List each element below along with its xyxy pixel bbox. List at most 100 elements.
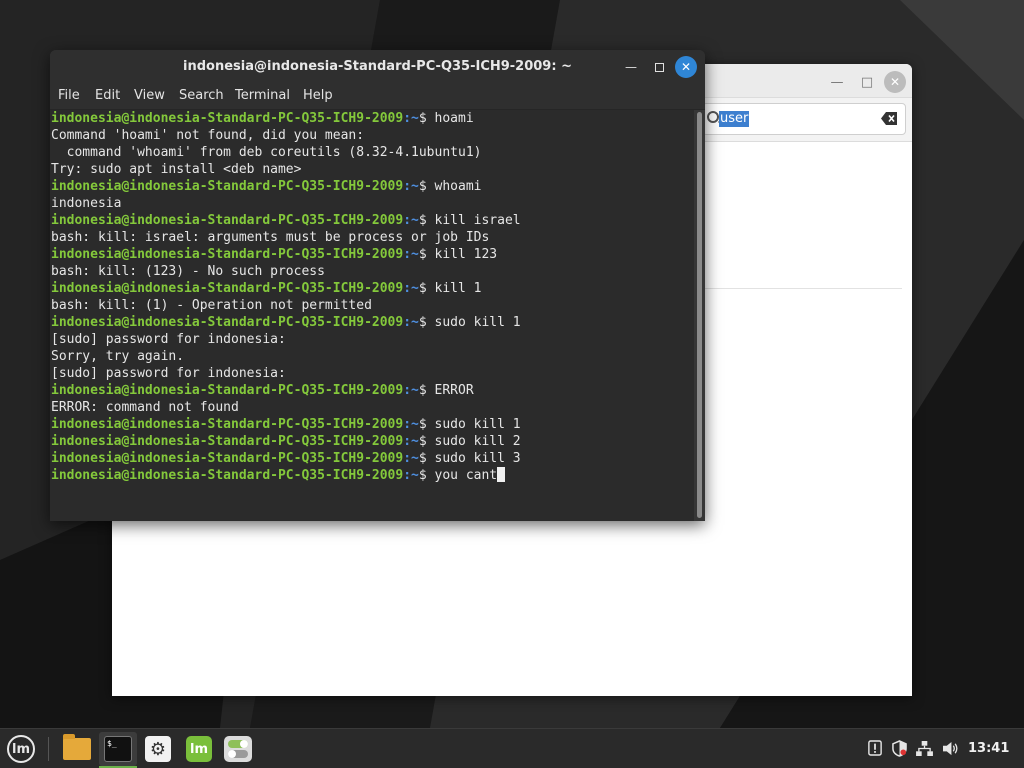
maximize-button[interactable]: □: [856, 71, 878, 93]
close-icon: ✕: [680, 60, 692, 74]
terminal-launcher[interactable]: $_: [99, 732, 137, 768]
minimize-icon: —: [625, 60, 637, 74]
prompt-user: indonesia@indonesia-Standard-PC-Q35-ICH9…: [51, 451, 404, 466]
prompt-symbol: $: [418, 451, 435, 466]
command-text: kill 1: [434, 281, 482, 296]
command-line: indonesia@indonesia-Standard-PC-Q35-ICH9…: [51, 382, 694, 399]
menu-bar: File Edit View Search Terminal Help: [50, 84, 705, 110]
command-text: kill israel: [434, 213, 521, 228]
prompt-path: :~: [403, 383, 419, 398]
volume-tray[interactable]: [941, 739, 959, 757]
command-line: indonesia@indonesia-Standard-PC-Q35-ICH9…: [51, 178, 694, 195]
output-line: bash: kill: (123) - No such process: [51, 264, 325, 279]
command-text: sudo kill 3: [434, 451, 521, 466]
network-tray[interactable]: [915, 739, 933, 757]
command-line: indonesia@indonesia-Standard-PC-Q35-ICH9…: [51, 280, 694, 297]
folder-icon: [63, 734, 91, 760]
command-text: you cant: [434, 468, 498, 483]
menu-help[interactable]: Help: [303, 88, 333, 103]
terminal-scrollbar[interactable]: [694, 110, 705, 521]
command-line: indonesia@indonesia-Standard-PC-Q35-ICH9…: [51, 314, 694, 331]
shield-icon: [891, 739, 907, 757]
prompt-user: indonesia@indonesia-Standard-PC-Q35-ICH9…: [51, 383, 404, 398]
prompt-user: indonesia@indonesia-Standard-PC-Q35-ICH9…: [51, 179, 404, 194]
output-line: ERROR: command not found: [51, 400, 239, 415]
mint-app-icon: lm: [186, 736, 212, 762]
output-line: bash: kill: israel: arguments must be pr…: [51, 230, 490, 245]
output-line: indonesia: [51, 196, 122, 211]
prompt-symbol: $: [418, 179, 435, 194]
prompt-path: :~: [403, 111, 419, 126]
content-divider: [702, 288, 902, 289]
menu-terminal[interactable]: Terminal: [235, 88, 290, 103]
update-manager-tray[interactable]: [866, 739, 884, 757]
toggle-icon: [224, 736, 252, 762]
prompt-path: :~: [403, 315, 419, 330]
maximize-button[interactable]: [648, 56, 670, 78]
menu-file[interactable]: File: [58, 88, 80, 103]
start-menu-button[interactable]: lm: [4, 733, 38, 765]
minimize-button[interactable]: —: [826, 71, 848, 93]
mint-logo-icon: lm: [7, 735, 35, 763]
prompt-symbol: $: [418, 247, 435, 262]
search-input[interactable]: user: [702, 103, 906, 135]
search-icon: [707, 111, 719, 123]
prompt-path: :~: [403, 417, 419, 432]
files-launcher[interactable]: [58, 732, 96, 766]
output-line: bash: kill: (1) - Operation not permitte…: [51, 298, 372, 313]
clear-search-icon[interactable]: [881, 112, 897, 125]
prompt-path: :~: [403, 213, 419, 228]
prompt-user: indonesia@indonesia-Standard-PC-Q35-ICH9…: [51, 434, 404, 449]
command-text: whoami: [434, 179, 482, 194]
command-text: sudo kill 2: [434, 434, 521, 449]
gear-icon: ⚙: [145, 736, 171, 762]
command-text: hoami: [434, 111, 474, 126]
command-line: indonesia@indonesia-Standard-PC-Q35-ICH9…: [51, 416, 694, 433]
menu-view[interactable]: View: [134, 88, 165, 103]
command-line: indonesia@indonesia-Standard-PC-Q35-ICH9…: [51, 450, 694, 467]
prompt-path: :~: [403, 434, 419, 449]
maximize-icon: [654, 62, 664, 72]
scrollbar-thumb[interactable]: [697, 112, 702, 518]
minimize-button[interactable]: —: [620, 56, 642, 78]
security-tray[interactable]: [890, 739, 908, 757]
mintinstall-launcher[interactable]: lm: [180, 732, 218, 766]
command-line: indonesia@indonesia-Standard-PC-Q35-ICH9…: [51, 212, 694, 229]
prompt-symbol: $: [418, 111, 435, 126]
minimize-icon: —: [830, 74, 844, 90]
command-text: sudo kill 1: [434, 315, 521, 330]
prompt-symbol: $: [418, 417, 435, 432]
maximize-icon: □: [860, 74, 874, 90]
close-icon: ✕: [889, 75, 901, 89]
command-text: sudo kill 1: [434, 417, 521, 432]
prompt-user: indonesia@indonesia-Standard-PC-Q35-ICH9…: [51, 281, 404, 296]
volume-icon: [942, 741, 957, 755]
update-shield-icon: [868, 740, 882, 756]
menu-edit[interactable]: Edit: [95, 88, 120, 103]
prompt-path: :~: [403, 468, 419, 483]
prompt-user: indonesia@indonesia-Standard-PC-Q35-ICH9…: [51, 213, 404, 228]
prompt-symbol: $: [418, 434, 435, 449]
terminal-icon: $_: [104, 736, 132, 762]
prompt-user: indonesia@indonesia-Standard-PC-Q35-ICH9…: [51, 111, 404, 126]
output-line: command 'whoami' from deb coreutils (8.3…: [51, 145, 482, 160]
clock[interactable]: 13:41: [968, 741, 1009, 756]
menu-search[interactable]: Search: [179, 88, 224, 103]
toggle-app-launcher[interactable]: [219, 732, 257, 766]
prompt-user: indonesia@indonesia-Standard-PC-Q35-ICH9…: [51, 247, 404, 262]
settings-launcher[interactable]: ⚙: [139, 732, 177, 766]
close-button[interactable]: ✕: [884, 71, 906, 93]
command-text: ERROR: [434, 383, 474, 398]
network-icon: [915, 740, 933, 756]
terminal-output[interactable]: indonesia@indonesia-Standard-PC-Q35-ICH9…: [50, 110, 694, 521]
text-cursor: [497, 467, 506, 482]
terminal-titlebar[interactable]: indonesia@indonesia-Standard-PC-Q35-ICH9…: [50, 50, 705, 84]
output-line: Try: sudo apt install <deb name>: [51, 162, 302, 177]
command-text: kill 123: [434, 247, 498, 262]
prompt-path: :~: [403, 247, 419, 262]
search-value: user: [719, 111, 750, 127]
close-button[interactable]: ✕: [675, 56, 697, 78]
terminal-window[interactable]: indonesia@indonesia-Standard-PC-Q35-ICH9…: [50, 50, 705, 521]
prompt-user: indonesia@indonesia-Standard-PC-Q35-ICH9…: [51, 315, 404, 330]
prompt-symbol: $: [418, 213, 435, 228]
